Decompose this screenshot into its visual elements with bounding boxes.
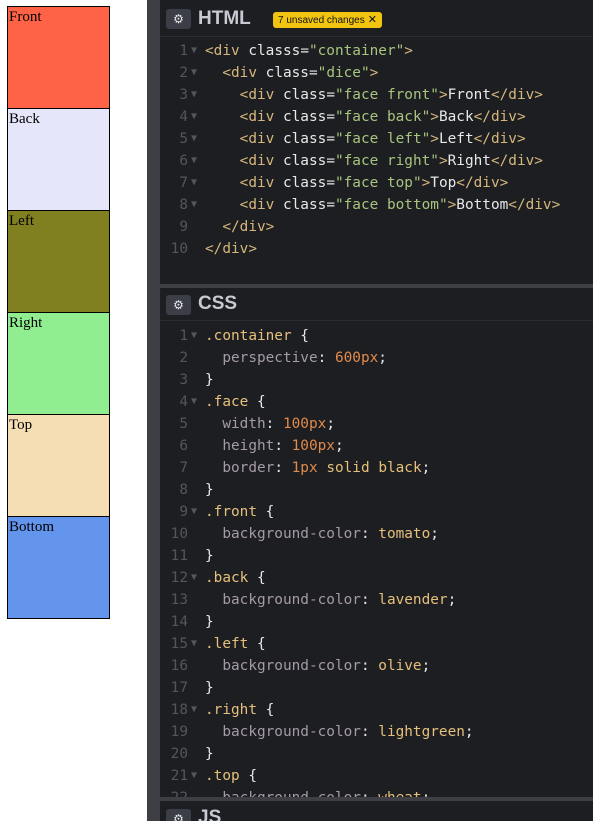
badge-text: 7 unsaved changes (278, 15, 365, 26)
fold-arrow-icon[interactable]: ▼ (191, 194, 201, 216)
line-number: 21 (170, 768, 188, 784)
html-panel: ⚙ HTML 7 unsaved changes ✕ 1 ▼ <div classs=… (160, 0, 593, 284)
line-number: 4 (179, 394, 188, 410)
line-number: 7 (179, 460, 188, 476)
line-number: 13 (170, 592, 188, 608)
fold-arrow-icon[interactable]: ▼ (191, 62, 201, 84)
fold-arrow-icon[interactable]: ▼ (191, 40, 201, 62)
fold-arrow-icon[interactable]: ▼ (191, 699, 201, 721)
gear-icon[interactable]: ⚙ (166, 295, 191, 315)
line-number: 1 (179, 43, 188, 59)
line-number: 10 (170, 241, 188, 257)
face-top: Top (7, 414, 110, 517)
line-number: 3 (179, 87, 188, 103)
line-number: 12 (170, 570, 188, 586)
fold-arrow-icon[interactable]: ▼ (191, 325, 201, 347)
fold-arrow-icon[interactable]: ▼ (191, 128, 201, 150)
js-panel-header: ⚙ JS (160, 801, 593, 821)
panel-title: HTML (198, 8, 251, 29)
close-icon[interactable]: ✕ (368, 13, 377, 26)
fold-arrow-icon[interactable]: ▼ (191, 84, 201, 106)
result-preview: Front Back Left Right Top Bottom (0, 0, 147, 821)
line-number: 2 (179, 65, 188, 81)
line-number: 3 (179, 372, 188, 388)
face-bottom: Bottom (7, 516, 110, 619)
line-number: 8 (179, 482, 188, 498)
fold-arrow-icon[interactable]: ▼ (191, 150, 201, 172)
line-number: 14 (170, 614, 188, 630)
line-number: 5 (179, 131, 188, 147)
html-panel-header: ⚙ HTML 7 unsaved changes ✕ (160, 0, 593, 37)
line-number: 16 (170, 658, 188, 674)
line-number: 8 (179, 197, 188, 213)
panel-title: CSS (198, 293, 238, 314)
code-editor: ⚙ HTML 7 unsaved changes ✕ 1 ▼ <div classs=… (160, 0, 593, 821)
css-panel-header: ⚙ CSS (160, 288, 593, 321)
line-number: 15 (170, 636, 188, 652)
face-label: Back (9, 111, 40, 127)
fold-arrow-icon[interactable]: ▼ (191, 567, 201, 589)
line-number: 1 (179, 328, 188, 344)
fold-arrow-icon[interactable]: ▼ (191, 391, 201, 413)
css-panel: ⚙ CSS 1 ▼ .container { 2 perspective: 600p… (160, 288, 593, 797)
line-number: 18 (170, 702, 188, 718)
pane-resizer[interactable] (147, 0, 160, 821)
face-right: Right (7, 312, 110, 415)
line-number: 9 (179, 504, 188, 520)
fold-arrow-icon[interactable]: ▼ (191, 172, 201, 194)
fold-arrow-icon[interactable]: ▼ (191, 501, 201, 523)
face-label: Bottom (9, 519, 55, 535)
gear-icon[interactable]: ⚙ (166, 809, 191, 821)
line-number: 20 (170, 746, 188, 762)
line-number: 7 (179, 175, 188, 191)
fold-arrow-icon[interactable]: ▼ (191, 106, 201, 128)
line-number: 10 (170, 526, 188, 542)
gear-icon[interactable]: ⚙ (166, 9, 191, 29)
line-number: 22 (160, 787, 188, 797)
face-label: Left (9, 213, 34, 229)
face-left: Left (7, 210, 110, 313)
face-label: Top (9, 417, 33, 433)
face-back: Back (7, 108, 110, 211)
panel-title: JS (198, 807, 222, 821)
line-number: 19 (170, 724, 188, 740)
face-label: Right (9, 315, 43, 331)
face-label: Front (9, 9, 42, 25)
js-panel: ⚙ JS (160, 801, 593, 821)
line-number: 11 (170, 548, 188, 564)
face-front: Front (7, 6, 110, 109)
line-number: 17 (170, 680, 188, 696)
line-number: 2 (179, 350, 188, 366)
line-number: 4 (179, 109, 188, 125)
line-number: 6 (179, 153, 188, 169)
unsaved-changes-badge[interactable]: 7 unsaved changes ✕ (273, 12, 382, 28)
line-number: 9 (179, 219, 188, 235)
fold-arrow-icon[interactable]: ▼ (191, 765, 201, 787)
fold-arrow-icon[interactable]: ▼ (191, 633, 201, 655)
line-number: 6 (179, 438, 188, 454)
line-number: 5 (179, 416, 188, 432)
